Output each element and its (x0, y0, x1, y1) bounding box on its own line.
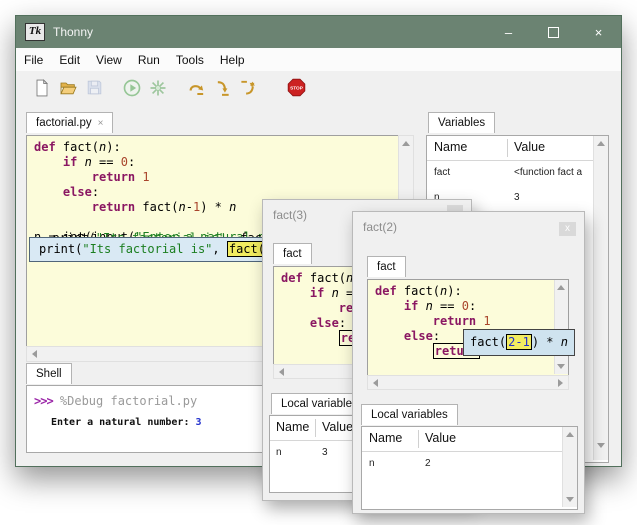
maximize-icon (548, 27, 559, 38)
window-title: Thonny (53, 25, 93, 39)
frame1-title: fact(3) (273, 208, 307, 222)
frame2-code[interactable]: def fact(n): if n == 0: return 1 else: r… (367, 279, 569, 377)
step-into-icon (212, 78, 232, 98)
save-file-button[interactable] (82, 76, 106, 100)
stop-icon: STOP (286, 77, 307, 98)
menu-help[interactable]: Help (212, 53, 253, 67)
editor-tab-factorial[interactable]: factorial.py × (26, 112, 113, 133)
menu-view[interactable]: View (88, 53, 130, 67)
frame2-locals-tab[interactable]: Local variables (361, 404, 458, 425)
frame2-title: fact(2) (363, 220, 397, 234)
col-value[interactable]: Value (514, 140, 545, 154)
step-out-button[interactable] (236, 76, 260, 100)
step-out-icon (239, 78, 258, 98)
debug-focus-statement: print("Its factorial is", fact(3)) (29, 237, 287, 262)
variable-row-fact[interactable]: fact <function fact a (427, 161, 608, 186)
frame2-tab-fact[interactable]: fact (367, 256, 406, 277)
variables-tab[interactable]: Variables (428, 112, 495, 133)
menu-edit[interactable]: Edit (51, 53, 88, 67)
title-bar[interactable]: Tk Thonny – × (16, 16, 621, 48)
frame2-local-row-n[interactable]: n 2 (362, 452, 577, 477)
editor-tab-label: factorial.py (36, 117, 92, 129)
variables-table-header[interactable]: Name Value (427, 136, 608, 161)
frame2-code-vscrollbar[interactable] (554, 280, 568, 374)
open-folder-icon (58, 78, 79, 98)
frame-window-fact2: fact(2) x fact def fact(n): if n == 0: r… (352, 211, 585, 514)
open-file-button[interactable] (56, 76, 80, 100)
shell-tab[interactable]: Shell (26, 363, 72, 384)
minimize-button[interactable]: – (486, 16, 531, 48)
step-into-button[interactable] (210, 76, 234, 100)
shell-stdin-echo: 3 (196, 417, 202, 428)
variables-vscrollbar[interactable] (593, 136, 608, 460)
frame1-tab-fact[interactable]: fact (273, 243, 312, 264)
new-file-icon (32, 78, 52, 98)
frame2-locals-vscrollbar[interactable] (562, 427, 577, 507)
menu-run[interactable]: Run (130, 53, 168, 67)
run-button[interactable] (120, 76, 144, 100)
col-name[interactable]: Name (434, 140, 467, 154)
thonny-app-icon: Tk (25, 23, 45, 41)
maximize-button[interactable] (531, 16, 576, 48)
step-over-button[interactable] (184, 76, 208, 100)
menu-file[interactable]: File (16, 53, 51, 67)
frame2-close-button[interactable]: x (559, 222, 576, 236)
close-button[interactable]: × (576, 16, 621, 48)
debug-button[interactable] (146, 76, 170, 100)
step-over-icon (186, 78, 207, 98)
frame2-eval-box: fact(2-1) * n (463, 329, 575, 356)
stop-button[interactable]: STOP (284, 76, 308, 100)
frame2-hscrollbar[interactable] (367, 375, 569, 390)
shell-command: %Debug factorial.py (53, 394, 198, 408)
toolbar: STOP (16, 71, 621, 104)
new-file-button[interactable] (30, 76, 54, 100)
shell-prompt: >>> (34, 394, 53, 408)
debug-icon (148, 78, 168, 98)
menu-bar: File Edit View Run Tools Help (16, 48, 621, 71)
frame2-locals-header[interactable]: Name Value (362, 427, 577, 452)
svg-text:STOP: STOP (290, 86, 303, 92)
frame2-locals-table: Name Value n 2 (361, 426, 578, 510)
run-icon (122, 78, 142, 98)
shell-stdout: Enter a natural number: (51, 417, 196, 428)
menu-tools[interactable]: Tools (168, 53, 212, 67)
tab-close-icon[interactable]: × (98, 118, 104, 129)
desktop: { "window": { "title": "Thonny", "contro… (0, 0, 637, 525)
save-floppy-icon (85, 78, 104, 97)
